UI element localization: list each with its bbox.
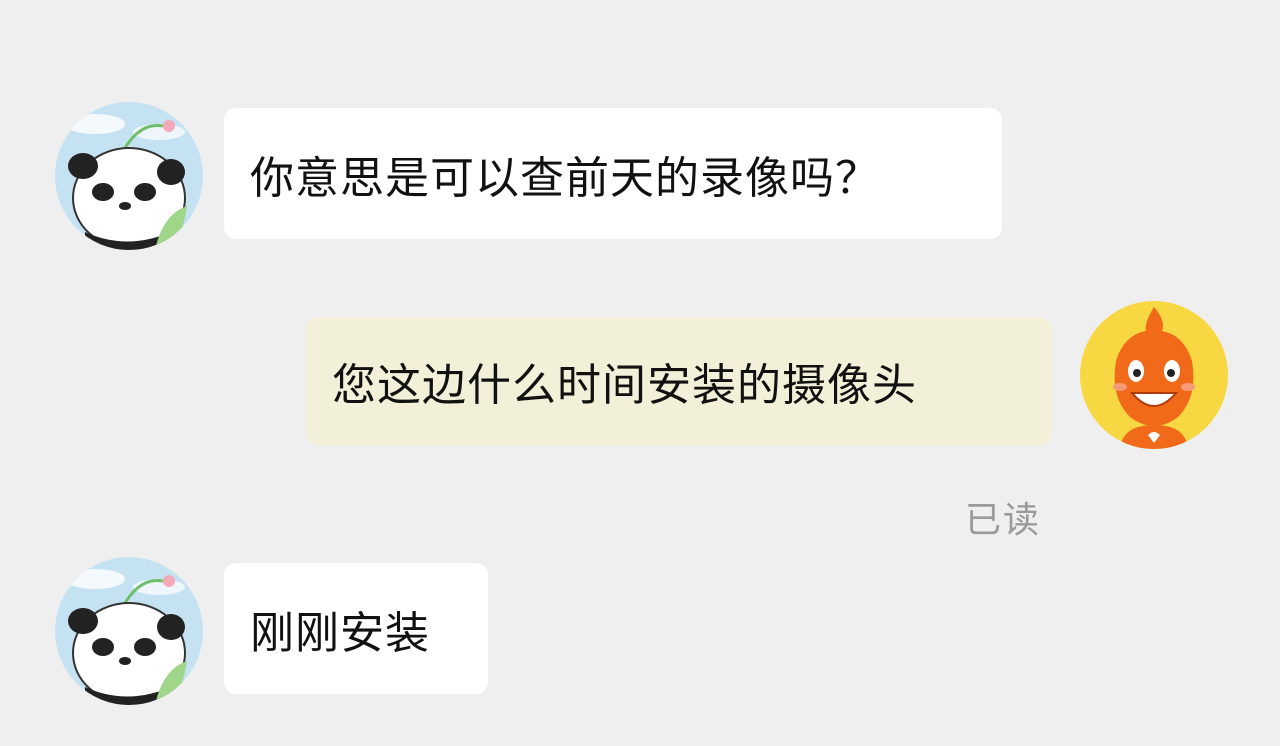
contact-avatar[interactable] [55,102,203,250]
message-bubble-outgoing[interactable]: 您这边什么时间安装的摄像头 [306,317,1052,445]
contact-avatar[interactable] [55,557,203,705]
orange-mascot-avatar-icon [1080,301,1228,449]
message-bubble-incoming[interactable]: 刚刚安装 [224,563,488,694]
message-text: 你意思是可以查前天的录像吗？ [250,152,880,204]
message-text: 您这边什么时间安装的摄像头 [332,360,917,411]
panda-avatar-icon [55,102,203,250]
message-text: 刚刚安装 [250,607,430,659]
message-bubble-incoming[interactable]: 你意思是可以查前天的录像吗？ [224,108,1002,239]
read-status: 已读 [965,500,1042,541]
panda-avatar-icon [55,557,203,705]
my-avatar[interactable] [1080,301,1228,449]
